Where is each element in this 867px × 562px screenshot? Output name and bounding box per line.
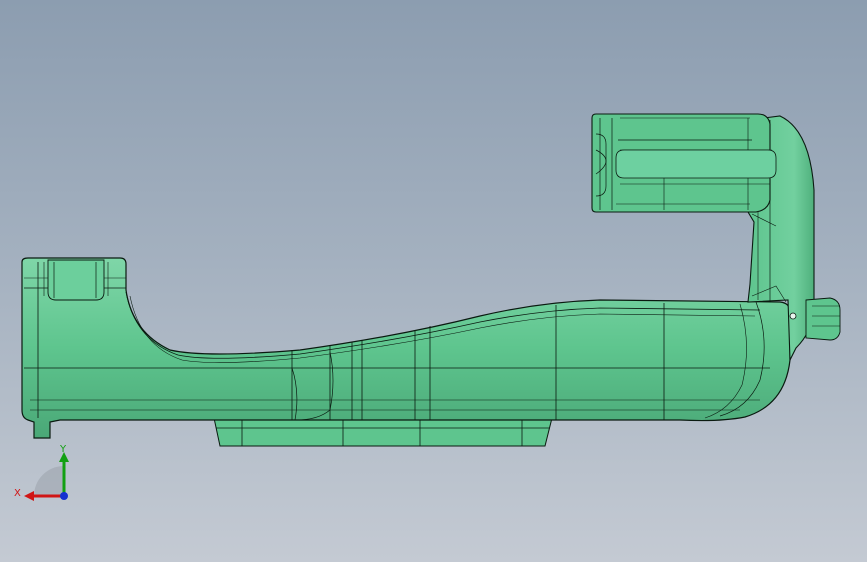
- coordinate-triad: Y X: [14, 444, 69, 501]
- main-body[interactable]: [21, 257, 791, 439]
- y-axis-label: Y: [59, 444, 67, 455]
- bottom-flange[interactable]: [213, 417, 553, 447]
- part-model[interactable]: [0, 0, 867, 562]
- x-arrowhead-icon: [24, 491, 34, 501]
- z-axis-dot-icon: [60, 492, 68, 500]
- graphics-viewport[interactable]: Y X: [0, 0, 867, 562]
- top-clamp[interactable]: [591, 113, 777, 213]
- x-axis-label: X: [14, 488, 21, 499]
